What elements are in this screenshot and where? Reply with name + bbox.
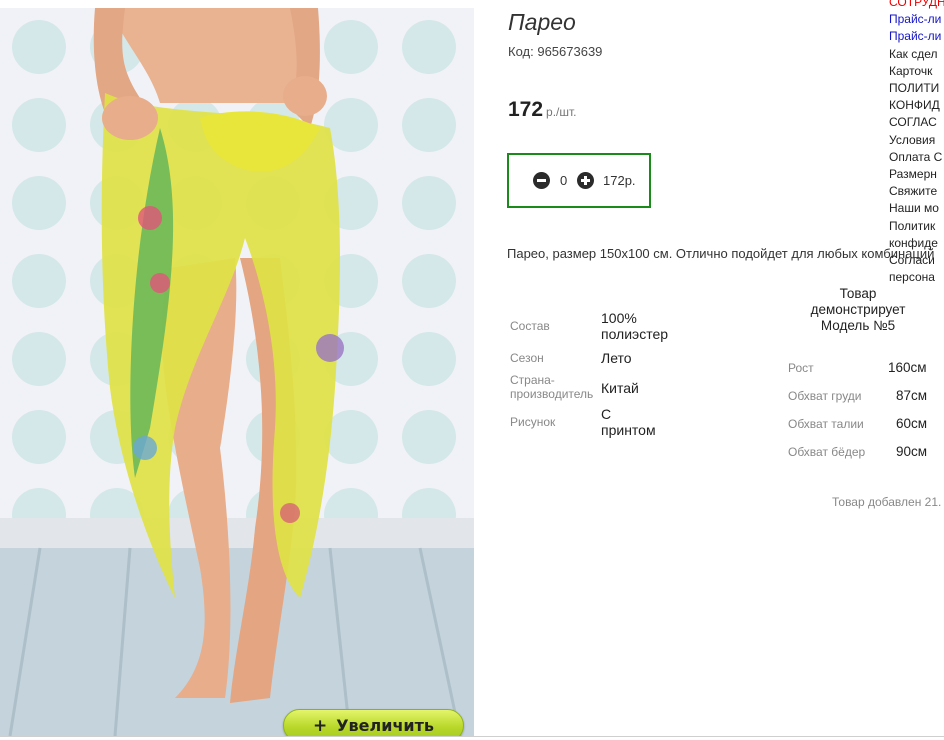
quantity-total: 172р. (603, 173, 636, 188)
spec-label: Сезон (510, 351, 544, 365)
divider (0, 736, 944, 737)
sidebar-link[interactable]: КОНФИД (889, 97, 944, 114)
model-param-value: 160см (888, 360, 927, 375)
product-code-label: Код: (508, 44, 534, 59)
sidebar-link[interactable]: Прайс-ли (889, 11, 944, 28)
sidebar-link[interactable]: СОГЛАС (889, 114, 944, 131)
added-date: Товар добавлен 21. (832, 495, 942, 509)
model-param-label: Обхват бёдер (788, 445, 866, 459)
zoom-button-label: Увеличить (336, 716, 435, 735)
model-param-label: Рост (788, 361, 814, 375)
spec-label: Состав (510, 319, 550, 333)
product-price: 172 р./шт. (508, 98, 577, 122)
sidebar-link[interactable]: конфиде (889, 235, 944, 252)
sidebar-link[interactable]: персона (889, 269, 944, 286)
spec-value: Китай (601, 380, 639, 396)
sidebar-link[interactable]: Условия (889, 132, 944, 149)
price-unit: р./шт. (546, 105, 577, 119)
price-value: 172 (508, 98, 544, 121)
sidebar-link[interactable]: Как сдел (889, 46, 944, 63)
sidebar-link[interactable]: Согласи (889, 252, 944, 269)
product-code: Код: 965673639 (508, 44, 602, 59)
sidebar-link[interactable]: Карточк (889, 63, 944, 80)
sidebar-link[interactable]: Оплата С (889, 149, 944, 166)
sidebar-link[interactable]: Наши мо (889, 200, 944, 217)
product-description: Парео, размер 150х100 см. Отлично подойд… (507, 246, 935, 261)
sidebar-link[interactable]: Политик (889, 218, 944, 235)
product-photo[interactable]: + Увеличить (0, 8, 474, 736)
sidebar-link[interactable]: Размерн (889, 166, 944, 183)
quantity-selector: 0 172р. (507, 153, 651, 208)
model-param-value: 90см (896, 444, 928, 459)
spec-value: 100% полиэстер (601, 310, 669, 342)
spec-label: Рисунок (510, 415, 556, 429)
spec-value: С принтом (601, 406, 656, 438)
product-code-value: 965673639 (537, 44, 603, 59)
spec-value: Лето (601, 350, 632, 366)
sidebar-link[interactable]: ПОЛИТИ (889, 80, 944, 97)
model-param-label: Обхват талии (788, 417, 864, 431)
product-title: Парео (508, 9, 576, 35)
plus-icon[interactable] (577, 172, 594, 189)
product-image (0, 8, 474, 736)
sidebar-link[interactable]: Прайс-ли (889, 28, 944, 45)
model-param-value: 87см (896, 388, 928, 403)
sidebar-link[interactable]: Свяжите (889, 183, 944, 200)
quantity-value: 0 (560, 173, 568, 188)
spec-label: Страна-производитель (510, 373, 594, 401)
sidebar-links: СОТРУДН Прайс-ли Прайс-ли Как сдел Карто… (889, 0, 944, 286)
model-param-value: 60см (896, 416, 928, 431)
zoom-button[interactable]: + Увеличить (283, 709, 464, 736)
sidebar-link[interactable]: СОТРУДН (889, 0, 944, 11)
minus-icon[interactable] (533, 172, 550, 189)
plus-icon: + (312, 715, 328, 736)
model-param-label: Обхват груди (788, 389, 862, 403)
model-heading: Товар демонстрирует Модель №5 (810, 286, 906, 333)
